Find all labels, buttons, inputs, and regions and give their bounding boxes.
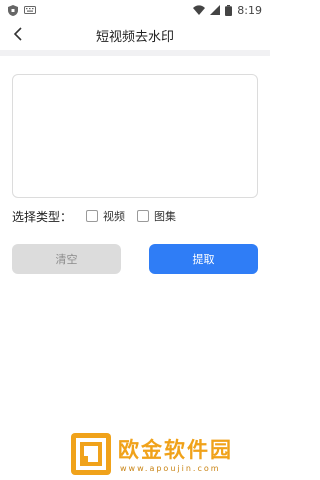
chevron-left-icon	[13, 26, 23, 45]
video-checkbox[interactable]	[86, 210, 99, 222]
watermark-url: www.apoujin.com	[120, 464, 221, 473]
keyboard-icon	[24, 6, 36, 14]
site-watermark: 欧金软件园 www.apoujin.com	[70, 432, 266, 478]
gallery-checkbox[interactable]	[137, 210, 150, 222]
watermark-logo-icon	[71, 433, 111, 475]
gallery-label: 图集	[154, 210, 177, 223]
option-video[interactable]: 视频	[86, 208, 125, 224]
type-selector: 选择类型： 视频 图集	[12, 206, 188, 226]
page-title: 短视频去水印	[95, 29, 174, 45]
clear-button[interactable]: 清空	[12, 244, 121, 274]
video-label: 视频	[103, 210, 126, 223]
battery-icon	[225, 4, 233, 16]
header-divider	[0, 50, 270, 56]
app-bar: 短视频去水印	[0, 20, 270, 50]
status-left	[8, 4, 36, 16]
shield-icon	[8, 4, 18, 16]
status-time: 8:19	[237, 3, 262, 17]
type-label: 选择类型：	[12, 209, 73, 224]
link-input[interactable]	[12, 74, 258, 198]
status-right: 8:19	[193, 4, 262, 17]
signal-icon	[210, 5, 221, 15]
status-bar: 8:19	[0, 0, 270, 20]
wifi-icon	[193, 5, 206, 15]
option-gallery[interactable]: 图集	[137, 208, 176, 224]
extract-button[interactable]: 提取	[149, 244, 258, 274]
watermark-text: 欧金软件园	[118, 438, 233, 462]
back-button[interactable]	[6, 20, 30, 50]
